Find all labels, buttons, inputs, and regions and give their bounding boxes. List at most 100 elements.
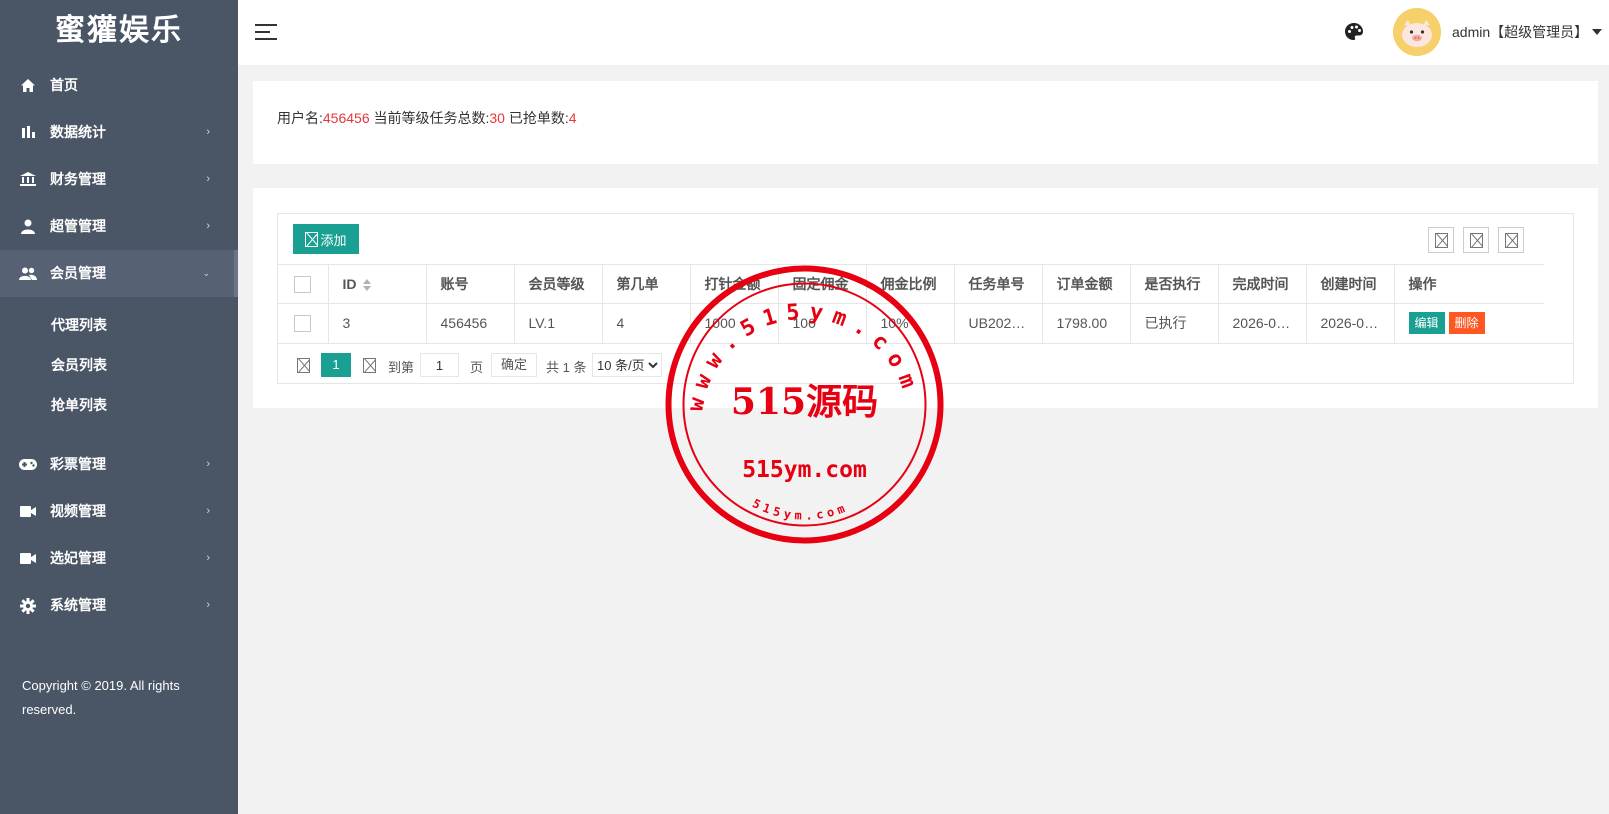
submenu-item-members[interactable]: 会员列表 [0,345,238,385]
copyright-text: Copyright © 2019. All rights reserved. [22,678,180,717]
cell-finish-time: 2026-0… [1218,303,1307,343]
column-header-level: 会员等级 [514,264,603,304]
user-menu[interactable]: admin【超级管理员】 [1452,22,1588,42]
goto-label: 到第 [388,360,415,375]
sidebar-item-label: 会员管理 [50,265,106,281]
column-header-create-time: 创建时间 [1306,264,1395,304]
page-unit-label: 页 [470,360,484,375]
chevron-right-icon: › [206,220,210,232]
goto-confirm-button[interactable]: 确定 [491,353,537,377]
export-icon[interactable] [1463,227,1489,253]
cell-id: 3 [328,303,427,343]
palette-icon[interactable] [1344,22,1364,42]
sidebar-item-home[interactable]: 首页 [0,62,238,109]
sidebar-item-members[interactable]: 会员管理 ⌄ [0,250,238,297]
sidebar-item-label: 数据统计 [50,124,106,140]
cell-order-index: 4 [602,303,691,343]
chevron-right-icon: › [206,599,210,611]
cell-fixed-commission: 100 [778,303,867,343]
gamepad-icon [19,441,37,488]
grabbed-label: 已抢单数: [504,110,569,126]
filter-columns-icon[interactable] [1428,227,1454,253]
page-size-select[interactable]: 10 条/页 [592,353,662,377]
username-value: 456456 [322,110,370,126]
table-header-row: ID 账号 会员等级 第几单 打针金额 固定佣金 佣金比例 任务单号 订单金额 … [278,264,1544,304]
page-input[interactable] [420,353,459,377]
column-header-account: 账号 [426,264,515,304]
chevron-right-icon: › [206,552,210,564]
chevron-right-icon: › [206,173,210,185]
submenu-item-agents[interactable]: 代理列表 [0,305,238,345]
next-page-icon[interactable] [363,358,376,373]
task-table: ID 账号 会员等级 第几单 打针金额 固定佣金 佣金比例 任务单号 订单金额 … [278,264,1544,343]
cell-actions: 编辑 删除 [1394,303,1544,343]
table-toolbar: 添加 [278,214,1573,264]
sidebar-item-lottery[interactable]: 彩票管理 › [0,441,238,488]
cell-account: 456456 [426,303,515,343]
table-row: 3 456456 LV.1 4 1000 100 10% UB202… 1798… [278,303,1544,343]
page-current[interactable]: 1 [321,353,351,377]
video-icon [19,488,37,535]
select-all-checkbox[interactable] [294,275,312,293]
top-header: admin【超级管理员】 [238,0,1609,66]
cell-level: LV.1 [514,303,603,343]
chevron-right-icon: › [206,505,210,517]
prev-page-icon[interactable] [297,358,310,373]
user-task-summary: 用户名:456456 当前等级任务总数:30 已抢单数:4 [277,108,577,128]
sidebar-item-statistics[interactable]: 数据统计 › [0,109,238,156]
print-icon[interactable] [1498,227,1524,253]
column-header-inject-amount: 打针金额 [690,264,779,304]
members-submenu: 代理列表 会员列表 抢单列表 [0,297,238,441]
users-icon [19,250,37,297]
column-header-order-index: 第几单 [602,264,691,304]
data-table: 添加 ID 账号 会员等级 第几单 打针金额 固定佣金 佣金比例 任务单号 订单… [277,213,1574,384]
column-header-fixed-commission: 固定佣金 [778,264,867,304]
chevron-right-icon: › [206,126,210,138]
sidebar-item-admin[interactable]: 超管管理 › [0,203,238,250]
task-table-card: 添加 ID 账号 会员等级 第几单 打针金额 固定佣金 佣金比例 任务单号 订单… [253,188,1598,408]
svg-text:515ym.com: 515ym.com [750,496,850,522]
delete-button[interactable]: 删除 [1448,312,1485,335]
menu-toggle-icon[interactable] [255,24,277,42]
sidebar-item-select[interactable]: 选妃管理 › [0,535,238,582]
sidebar-item-finance[interactable]: 财务管理 › [0,156,238,203]
pagination: 1 到第 页 确定 共 1 条 10 条/页 [278,343,1573,383]
avatar[interactable] [1393,8,1441,56]
sidebar-item-video[interactable]: 视频管理 › [0,488,238,535]
sort-icon[interactable] [362,279,371,292]
sidebar-item-label: 选妃管理 [50,550,106,566]
row-select-cell [278,303,329,343]
total-count: 共 1 条 [546,360,587,375]
username-label: 用户名: [277,110,323,126]
home-icon [19,62,37,109]
column-header-id[interactable]: ID [328,264,427,304]
grabbed-value: 4 [568,110,577,126]
sidebar-item-label: 系统管理 [50,597,106,613]
sidebar-item-label: 首页 [50,77,78,93]
cell-executed: 已执行 [1130,303,1219,343]
user-icon [19,203,37,250]
gear-icon [19,582,37,629]
user-info-card: 用户名:456456 当前等级任务总数:30 已抢单数:4 [253,81,1598,164]
column-header-finish-time: 完成时间 [1218,264,1307,304]
column-header-commission-ratio: 佣金比例 [866,264,955,304]
add-button[interactable]: 添加 [293,224,359,254]
caret-down-icon[interactable] [1592,29,1602,35]
task-total-value: 30 [489,110,505,126]
sidebar-item-label: 超管管理 [50,218,106,234]
cell-inject-amount: 1000 [690,303,779,343]
cell-task-no: UB202… [954,303,1043,343]
sidebar: 蜜獾娱乐 首页 数据统计 › 财务管理 › 超管管理 › 会员管理 ⌄ 代理列表… [0,0,238,814]
row-checkbox[interactable] [294,315,312,333]
edit-button[interactable]: 编辑 [1408,312,1445,335]
sidebar-item-label: 彩票管理 [50,456,106,472]
sidebar-item-system[interactable]: 系统管理 › [0,582,238,629]
sidebar-item-label: 视频管理 [50,503,106,519]
sidebar-item-label: 财务管理 [50,171,106,187]
chevron-right-icon: › [206,458,210,470]
cell-commission-ratio: 10% [866,303,955,343]
brand-logo: 蜜獾娱乐 [55,13,183,48]
bank-icon [19,156,37,203]
submenu-item-orders[interactable]: 抢单列表 [0,385,238,425]
add-button-label: 添加 [320,232,347,248]
